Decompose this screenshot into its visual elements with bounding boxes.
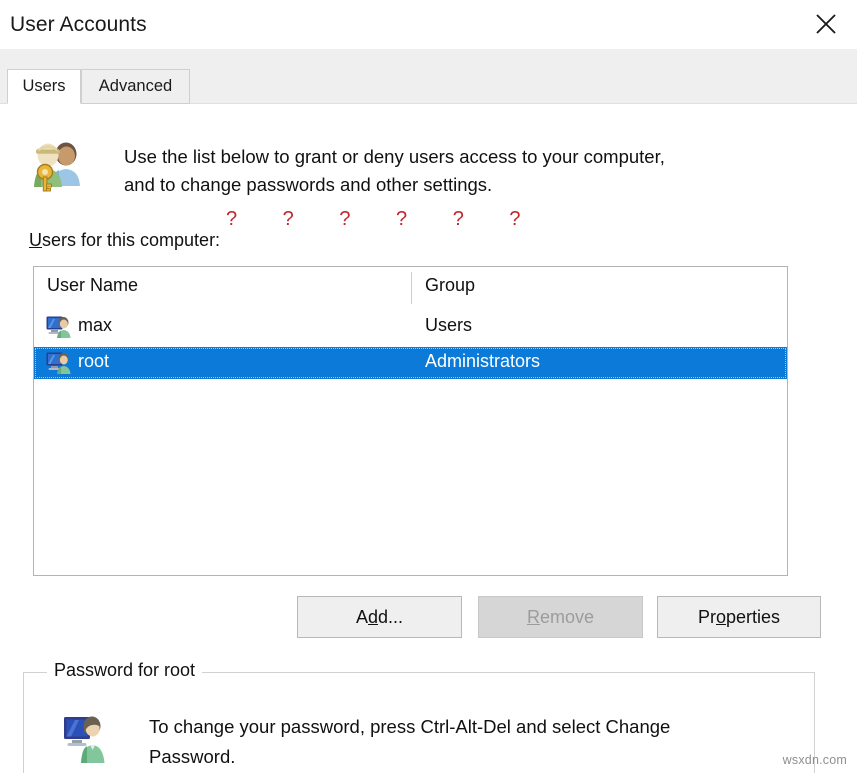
password-line-1: To change your password, press Ctrl-Alt-… — [149, 712, 789, 742]
close-icon — [813, 11, 839, 37]
cell-group: Users — [425, 315, 472, 336]
intro-line-1: Use the list below to grant or deny user… — [124, 143, 794, 171]
password-group-title: Password for root — [47, 660, 202, 681]
password-group-box: Password for root To change your passwor… — [23, 672, 815, 773]
users-list-label: Users for this computer: — [29, 230, 220, 251]
cell-user-name: max — [78, 315, 112, 336]
intro-line-2: and to change passwords and other settin… — [124, 171, 794, 199]
remove-button: Remove — [478, 596, 643, 638]
tab-content-users: Use the list below to grant or deny user… — [0, 104, 857, 773]
column-divider — [411, 272, 412, 304]
action-button-row: Add... Remove Properties — [0, 596, 857, 642]
table-row[interactable]: root Administrators — [34, 347, 787, 379]
cell-user-name: root — [78, 351, 109, 372]
users-key-icon — [28, 134, 86, 192]
tab-users[interactable]: Users — [7, 69, 81, 104]
user-account-icon — [46, 315, 72, 339]
close-button[interactable] — [795, 0, 857, 48]
tab-advanced[interactable]: Advanced — [81, 69, 190, 104]
properties-button-label: Properties — [698, 607, 780, 628]
title-bar: User Accounts — [0, 0, 857, 49]
listbox-header: User Name Group — [34, 267, 787, 309]
remove-button-label: Remove — [527, 607, 594, 628]
cell-group: Administrators — [425, 351, 540, 372]
add-button-label: Add... — [356, 607, 403, 628]
table-row[interactable]: max Users — [34, 311, 787, 343]
window-title: User Accounts — [0, 13, 147, 37]
tab-users-label: Users — [22, 77, 65, 96]
user-account-icon — [46, 351, 72, 375]
column-header-user-name[interactable]: User Name — [47, 275, 138, 296]
users-list-label-accel: U — [29, 230, 42, 250]
users-list-label-rest: sers for this computer: — [42, 230, 220, 250]
tab-strip: Users Advanced — [0, 49, 857, 104]
question-marks: ? ? ? ? ? ? — [226, 209, 541, 229]
properties-button[interactable]: Properties — [657, 596, 821, 638]
password-instruction-text: To change your password, press Ctrl-Alt-… — [149, 712, 789, 772]
watermark: wsxdn.com — [783, 753, 847, 767]
users-listbox[interactable]: User Name Group max Users — [33, 266, 788, 576]
intro-text: Use the list below to grant or deny user… — [124, 143, 794, 199]
add-button[interactable]: Add... — [297, 596, 462, 638]
intro-section: Use the list below to grant or deny user… — [0, 118, 857, 218]
column-header-group[interactable]: Group — [425, 275, 475, 296]
user-monitor-icon — [63, 714, 109, 764]
tab-advanced-label: Advanced — [99, 77, 172, 96]
password-line-2: Password. — [149, 742, 789, 772]
